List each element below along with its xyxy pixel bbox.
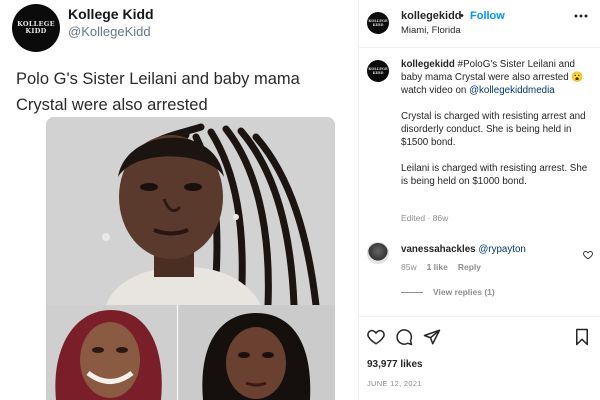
heart-icon[interactable]: [367, 328, 385, 351]
likes-count[interactable]: 93,977 likes: [367, 359, 423, 370]
post-header: KOLLEGE KIDD kollegekidd • Follow Miami,…: [359, 0, 600, 48]
caption-meta: Edited · 86w: [401, 213, 449, 223]
tweet-avatar: KOLLEGE KIDD: [12, 4, 60, 52]
mugshot-right: [178, 305, 335, 400]
comment-heart-icon[interactable]: [583, 247, 593, 265]
header-username[interactable]: kollegekidd: [401, 10, 462, 22]
comment-mention[interactable]: @rypayton: [478, 244, 526, 255]
comment-icon[interactable]: [395, 328, 413, 351]
post-caption: kollegekidd #PoloG's Sister Leilani and …: [401, 58, 591, 201]
post-image[interactable]: KOLLEGE KIDD Kollege Kidd @KollegeKidd P…: [0, 0, 359, 400]
view-replies-line: [401, 291, 423, 293]
tweet-handle: @KollegeKidd: [68, 24, 151, 39]
actions-divider: [359, 316, 600, 317]
view-replies-button[interactable]: View replies (1): [401, 287, 495, 297]
caption-avatar-logo: KOLLEGE KIDD: [368, 67, 388, 75]
comment-avatar[interactable]: [367, 242, 389, 264]
tweet-avatar-logo: KOLLEGE KIDD: [17, 20, 55, 35]
comment-text: vanessahackles @rypayton: [401, 244, 526, 255]
header-avatar[interactable]: KOLLEGE KIDD: [367, 12, 389, 34]
caption-username[interactable]: kollegekidd: [401, 59, 455, 70]
caption-paragraph-3: Leilani is charged with resisting arrest…: [401, 163, 588, 187]
mugshot-main: [46, 117, 335, 305]
share-icon[interactable]: [423, 328, 441, 351]
follow-button[interactable]: Follow: [470, 10, 505, 22]
caption-link[interactable]: @kollegekiddmedia: [469, 85, 555, 96]
instagram-sidebar: KOLLEGE KIDD kollegekidd • Follow Miami,…: [359, 0, 600, 400]
comment-meta: 85w 1 like Reply: [401, 262, 481, 272]
caption-paragraph-2: Crystal is charged with resisting arrest…: [401, 111, 586, 148]
mugshot-left: [46, 305, 177, 400]
comment-time: 85w: [401, 262, 417, 272]
bookmark-icon[interactable]: [573, 328, 591, 351]
comment-username[interactable]: vanessahackles: [401, 244, 476, 255]
tweet-text: Polo G's Sister Leilani and baby mama Cr…: [16, 70, 300, 114]
view-replies-label: View replies (1): [433, 287, 495, 297]
post-location[interactable]: Miami, Florida: [401, 25, 461, 36]
caption-avatar[interactable]: KOLLEGE KIDD: [367, 60, 389, 82]
header-avatar-logo: KOLLEGE KIDD: [368, 19, 388, 27]
comment-reply-button[interactable]: Reply: [458, 262, 481, 272]
tweet-display-name: Kollege Kidd: [68, 6, 154, 22]
header-separator: •: [460, 10, 464, 22]
comment-like-count[interactable]: 1 like: [427, 262, 448, 272]
more-options-icon[interactable]: [573, 8, 589, 28]
post-date: JUNE 12, 2021: [367, 379, 422, 388]
